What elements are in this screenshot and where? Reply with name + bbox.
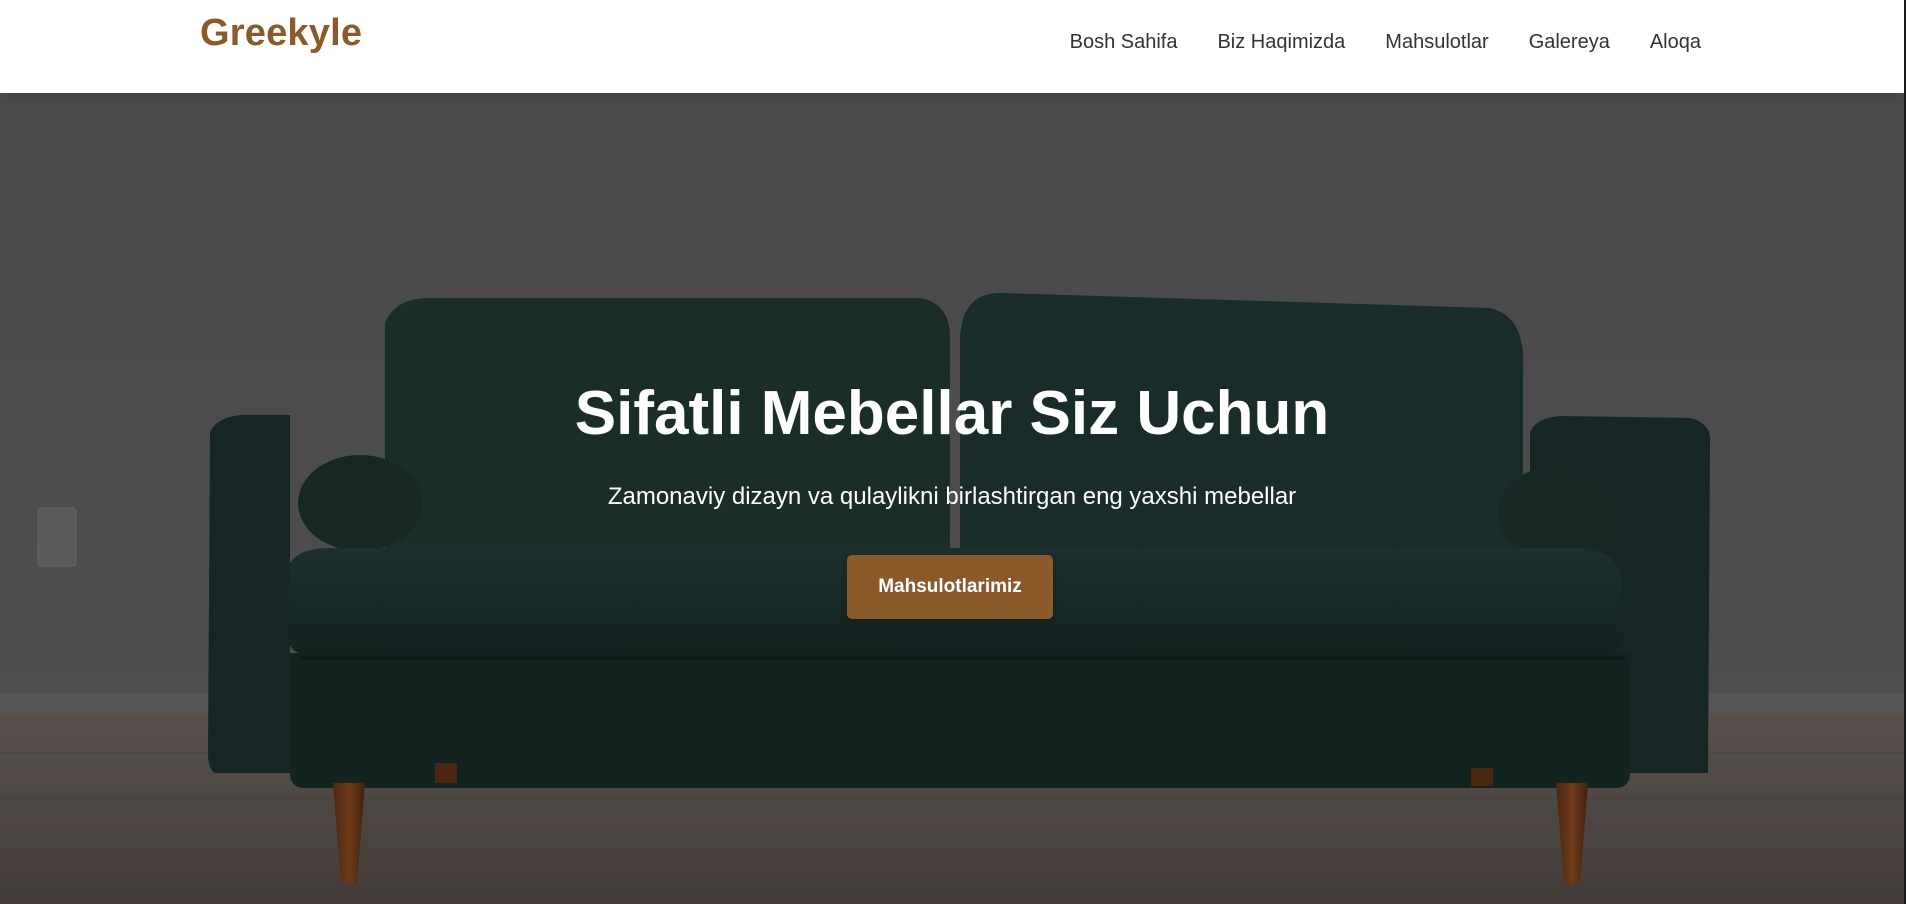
products-cta-button[interactable]: Mahsulotlarimiz [847, 555, 1053, 619]
nav-link-bosh-sahifa[interactable]: Bosh Sahifa [1070, 31, 1178, 54]
site-header: Greekyle Bosh Sahifa Biz Haqimizda Mahsu… [0, 0, 1904, 93]
nav-link-aloqa[interactable]: Aloqa [1650, 31, 1701, 54]
nav-link-galereya[interactable]: Galereya [1529, 31, 1610, 54]
hero-subtitle: Zamonaviy dizayn va qulaylikni birlashti… [607, 483, 1297, 510]
browser-viewport: Greekyle Bosh Sahifa Biz Haqimizda Mahsu… [0, 0, 1906, 904]
page: Greekyle Bosh Sahifa Biz Haqimizda Mahsu… [0, 0, 1904, 904]
nav-link-mahsulotlar[interactable]: Mahsulotlar [1385, 31, 1488, 54]
main-nav: Bosh Sahifa Biz Haqimizda Mahsulotlar Ga… [1070, 31, 1701, 54]
hero-title: Sifatli Mebellar Siz Uchun [574, 379, 1330, 448]
nav-link-biz-haqimizda[interactable]: Biz Haqimizda [1217, 31, 1345, 54]
site-logo[interactable]: Greekyle [200, 12, 362, 55]
hero-content: Sifatli Mebellar Siz Uchun Zamonaviy diz… [0, 93, 1904, 904]
hero-section: Sifatli Mebellar Siz Uchun Zamonaviy diz… [0, 93, 1904, 904]
